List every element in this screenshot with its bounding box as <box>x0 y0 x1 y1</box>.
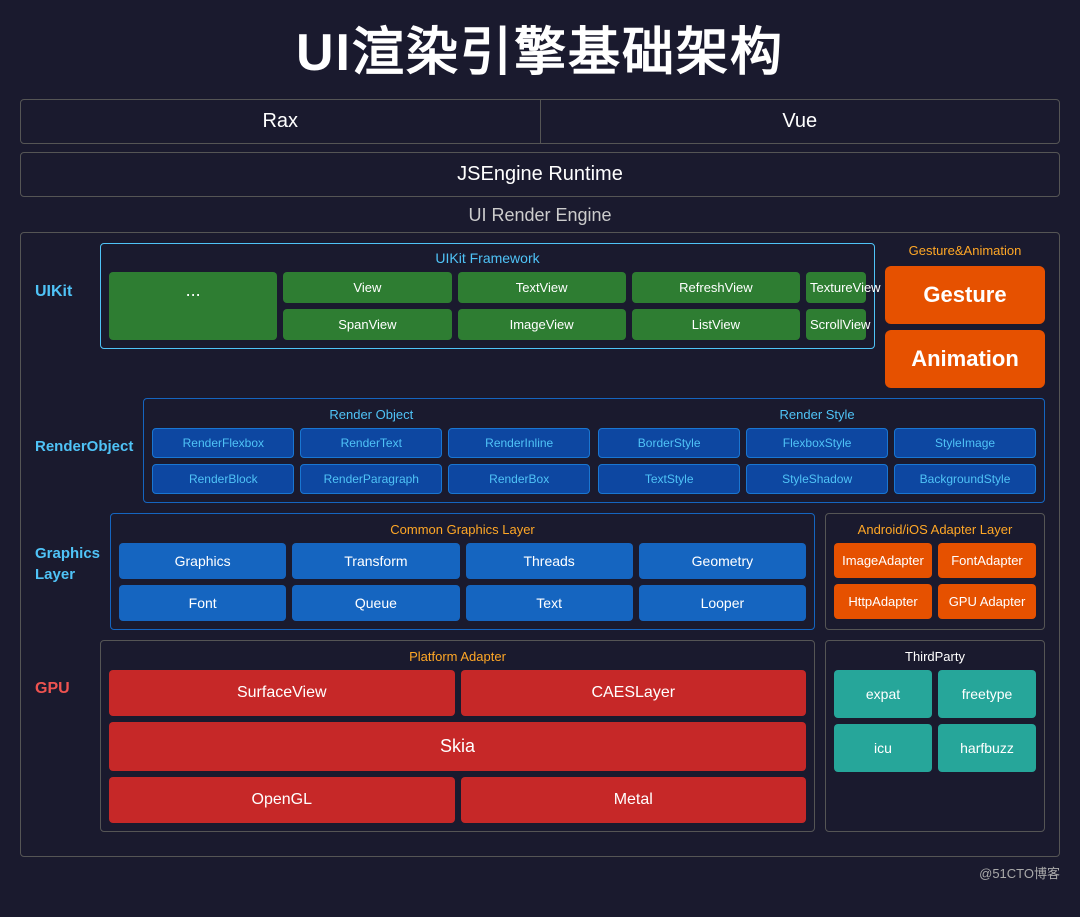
main-title: UI渲染引擎基础架构 <box>20 10 1060 85</box>
gpu-row1: SurfaceView CAESLayer <box>109 670 806 716</box>
platform-adapter-title: Platform Adapter <box>109 649 806 664</box>
uikit-btn-listview: ListView <box>632 309 800 340</box>
border-style: BorderStyle <box>598 428 740 458</box>
graphics-btn-font: Font <box>119 585 286 621</box>
render-object-section: RenderObject Render Object RenderFlexbox… <box>35 398 1045 503</box>
render-object-title: Render Object <box>152 407 590 422</box>
thirdparty-btn-icu: icu <box>834 724 932 772</box>
graphics-grid: Graphics Transform Threads Geometry Font… <box>119 543 806 621</box>
graphics-layer-label: Graphics Layer <box>35 513 100 585</box>
jsengine-row: JSEngine Runtime <box>20 152 1060 197</box>
style-shadow: StyleShadow <box>746 464 888 494</box>
render-flexbox: RenderFlexbox <box>152 428 294 458</box>
ui-render-engine-label: UI Render Engine <box>20 205 1060 226</box>
graphics-btn-geometry: Geometry <box>639 543 806 579</box>
rax-vue-row: Rax Vue <box>20 99 1060 144</box>
adapter-grid: ImageAdapter FontAdapter HttpAdapter GPU… <box>834 543 1036 619</box>
uikit-btn-textview: TextView <box>458 272 626 303</box>
render-inline: RenderInline <box>448 428 590 458</box>
render-obj-row1: RenderFlexbox RenderText RenderInline <box>152 428 590 458</box>
animation-btn: Animation <box>885 330 1045 388</box>
uikit-btn-refreshview: RefreshView <box>632 272 800 303</box>
graphics-btn-queue: Queue <box>292 585 459 621</box>
text-style: TextStyle <box>598 464 740 494</box>
background-style: BackgroundStyle <box>894 464 1036 494</box>
thirdparty-btn-expat: expat <box>834 670 932 718</box>
gpu-inner-box: Platform Adapter SurfaceView CAESLayer S… <box>100 640 815 832</box>
render-paragraph: RenderParagraph <box>300 464 442 494</box>
style-image: StyleImage <box>894 428 1036 458</box>
gpu-section-row: GPU Platform Adapter SurfaceView CAESLay… <box>35 640 1045 832</box>
gesture-anim-label: Gesture&Animation <box>885 243 1045 258</box>
thirdparty-box: ThirdParty expat freetype icu harfbuzz <box>825 640 1045 832</box>
thirdparty-btn-freetype: freetype <box>938 670 1036 718</box>
render-object-label: RenderObject <box>35 398 133 455</box>
render-block: RenderBlock <box>152 464 294 494</box>
adapter-btn-imageadapter: ImageAdapter <box>834 543 932 578</box>
gpu-btn-opengl: OpenGL <box>109 777 455 823</box>
gesture-animation-box: Gesture&Animation Gesture Animation <box>885 243 1045 388</box>
render-obj-row2: RenderBlock RenderParagraph RenderBox <box>152 464 590 494</box>
gpu-btn-surfaceview: SurfaceView <box>109 670 455 716</box>
render-style-right: Render Style BorderStyle FlexboxStyle St… <box>598 407 1036 494</box>
rax-cell: Rax <box>21 100 541 143</box>
graphics-btn-threads: Threads <box>466 543 633 579</box>
adapter-btn-fontadapter: FontAdapter <box>938 543 1036 578</box>
adapter-btn-httpadapter: HttpAdapter <box>834 584 932 619</box>
gesture-btn: Gesture <box>885 266 1045 324</box>
gpu-btn-caeslayer: CAESLayer <box>461 670 807 716</box>
flexbox-style: FlexboxStyle <box>746 428 888 458</box>
render-engine-box: UIKit UIKit Framework View TextView Refr… <box>20 232 1060 857</box>
graphics-section: Graphics Layer Common Graphics Layer Gra… <box>35 513 815 630</box>
gpu-row3: OpenGL Metal <box>109 777 806 823</box>
uikit-framework-title: UIKit Framework <box>109 250 866 266</box>
gpu-label: GPU <box>35 640 90 698</box>
gpu-row2: Skia <box>109 722 806 771</box>
uikit-btn-scrollview: ScrollView <box>806 309 866 340</box>
render-box: RenderBox <box>448 464 590 494</box>
uikit-label: UIKit <box>35 243 90 301</box>
thirdparty-grid: expat freetype icu harfbuzz <box>834 670 1036 772</box>
gpu-btn-metal: Metal <box>461 777 807 823</box>
thirdparty-title: ThirdParty <box>834 649 1036 664</box>
watermark: @51CTO博客 <box>20 863 1060 882</box>
render-style-title: Render Style <box>598 407 1036 422</box>
uikit-btn-view: View <box>283 272 451 303</box>
graphics-btn-transform: Transform <box>292 543 459 579</box>
render-text: RenderText <box>300 428 442 458</box>
gpu-rows: SurfaceView CAESLayer Skia OpenGL Metal <box>109 670 806 823</box>
graphics-section-row: Graphics Layer Common Graphics Layer Gra… <box>35 513 1045 630</box>
render-object-inner-row: Render Object RenderFlexbox RenderText R… <box>152 407 1036 494</box>
gpu-btn-skia: Skia <box>109 722 806 771</box>
uikit-btn-textureview: TextureView <box>806 272 866 303</box>
render-style-row1: BorderStyle FlexboxStyle StyleImage <box>598 428 1036 458</box>
thirdparty-btn-harfbuzz: harfbuzz <box>938 724 1036 772</box>
uikit-btn-imageview: ImageView <box>458 309 626 340</box>
graphics-btn-text: Text <box>466 585 633 621</box>
uikit-btn-spanview: SpanView <box>283 309 451 340</box>
uikit-grid: View TextView RefreshView TextureView ..… <box>109 272 866 340</box>
adapter-layer-title: Android/iOS Adapter Layer <box>834 522 1036 537</box>
graphics-btn-looper: Looper <box>639 585 806 621</box>
render-object-outer: Render Object RenderFlexbox RenderText R… <box>143 398 1045 503</box>
graphics-inner-box: Common Graphics Layer Graphics Transform… <box>110 513 815 630</box>
uikit-section: UIKit UIKit Framework View TextView Refr… <box>35 243 1045 388</box>
common-graphics-title: Common Graphics Layer <box>119 522 806 537</box>
uikit-dots: ... <box>109 272 277 340</box>
gpu-section: GPU Platform Adapter SurfaceView CAESLay… <box>35 640 815 832</box>
adapter-layer-box: Android/iOS Adapter Layer ImageAdapter F… <box>825 513 1045 630</box>
render-object-left: Render Object RenderFlexbox RenderText R… <box>152 407 590 494</box>
render-style-rows: BorderStyle FlexboxStyle StyleImage Text… <box>598 428 1036 494</box>
render-style-row2: TextStyle StyleShadow BackgroundStyle <box>598 464 1036 494</box>
vue-cell: Vue <box>541 100 1060 143</box>
uikit-framework-box: UIKit Framework View TextView RefreshVie… <box>100 243 875 349</box>
adapter-btn-gpuadapter: GPU Adapter <box>938 584 1036 619</box>
graphics-btn-graphics: Graphics <box>119 543 286 579</box>
render-obj-rows: RenderFlexbox RenderText RenderInline Re… <box>152 428 590 494</box>
